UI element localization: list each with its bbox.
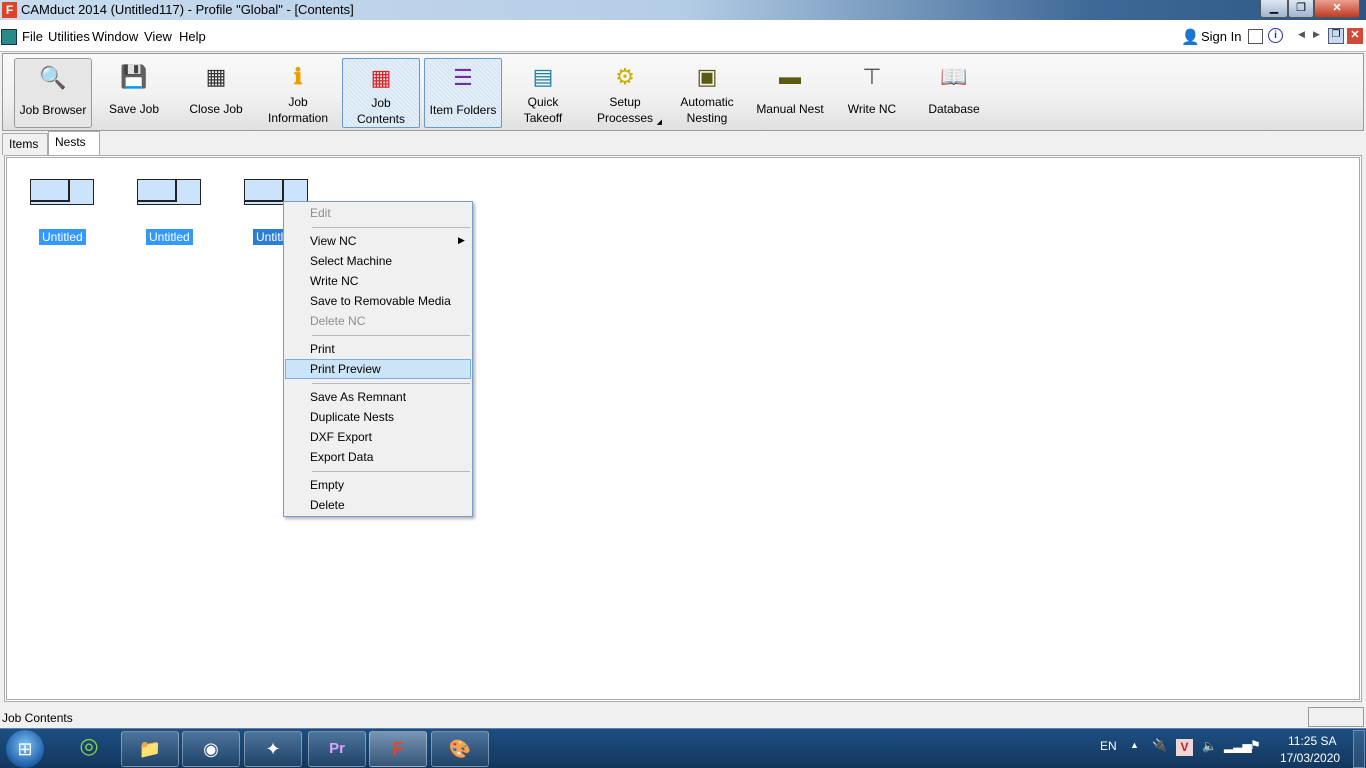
info-icon: ℹ (293, 64, 303, 89)
save-job-button[interactable]: 💾 Save Job (95, 58, 173, 128)
automatic-nesting-button[interactable]: ▣ Automatic Nesting (668, 58, 746, 128)
menu-item-save-to-removable-media[interactable]: Save to Removable Media (310, 294, 451, 308)
tab-nests[interactable]: Nests (48, 131, 100, 155)
tab-items[interactable]: Items (2, 133, 48, 155)
show-hidden-icons[interactable]: ▲ (1130, 740, 1139, 750)
menu-item-dxf-export[interactable]: DXF Export (310, 430, 372, 444)
nest-thumbnail[interactable] (137, 179, 201, 205)
window-title: CAMduct 2014 (Untitled117) - Profile "Gl… (21, 2, 354, 17)
action-center-icon[interactable]: ⚑ (1250, 738, 1261, 752)
submenu-arrow-icon: ▶ (458, 235, 465, 245)
menu-file[interactable]: File (22, 29, 43, 44)
volume-icon[interactable]: 🔈 (1202, 739, 1217, 753)
folders-icon: ☰ (453, 65, 473, 90)
menu-item-delete[interactable]: Delete (310, 498, 345, 512)
maximize-button[interactable]: ❐ (1288, 0, 1314, 18)
manual-nest-icon: ▬ (779, 64, 801, 89)
nest-label[interactable]: Untitled (39, 229, 86, 245)
restore-child-button[interactable]: ❐ (1328, 28, 1344, 44)
menu-bar: File Utilities Window View Help 👤 Sign I… (0, 20, 1366, 52)
scroll-left-icon[interactable]: ◀ (1298, 29, 1305, 40)
separator (312, 383, 470, 384)
taskbar: ⊞ ◎ 📁 ◉ ✦ Pr F 🎨 EN ▲ 🔌 V 🔈 ▂▃▅ ⚑ 11:25 … (0, 728, 1366, 768)
menu-item-view-nc[interactable]: View NC (310, 234, 356, 248)
antivirus-icon[interactable]: V (1176, 739, 1193, 756)
database-book-icon: 📖 (940, 64, 968, 89)
menu-item-print-preview[interactable]: Print Preview (310, 362, 381, 376)
separator (312, 227, 470, 228)
app-icon-green[interactable]: ◎ (72, 733, 106, 765)
database-button[interactable]: 📖 Database (915, 58, 993, 128)
menu-item-write-nc[interactable]: Write NC (310, 274, 358, 288)
premiere-taskbar-button[interactable]: Pr (308, 731, 366, 767)
language-indicator[interactable]: EN (1100, 739, 1117, 753)
nest-thumbnail[interactable] (30, 179, 94, 205)
item-folders-button[interactable]: ☰ Item Folders (424, 58, 502, 128)
clock-date[interactable]: 17/03/2020 (1280, 751, 1340, 765)
setup-processes-button[interactable]: ⚙ Setup Processes ◢ (586, 58, 664, 128)
camduct-taskbar-button[interactable]: F (369, 731, 427, 767)
menu-item-save-as-remnant[interactable]: Save As Remnant (310, 390, 406, 404)
dropdown-arrow-icon: ◢ (656, 119, 662, 126)
menu-utilities[interactable]: Utilities (48, 29, 90, 44)
menu-item-select-machine[interactable]: Select Machine (310, 254, 392, 268)
menu-item-export-data[interactable]: Export Data (310, 450, 373, 464)
network-signal-icon[interactable]: ▂▃▅ (1224, 739, 1252, 753)
menu-view[interactable]: View (144, 29, 172, 44)
menu-item-empty[interactable]: Empty (310, 478, 344, 492)
menu-item-duplicate-nests[interactable]: Duplicate Nests (310, 410, 394, 424)
gear-icon: ⚙ (615, 64, 635, 89)
status-bar: Job Contents (0, 706, 1366, 728)
toolbar: 🔍 Job Browser 💾 Save Job ▦ Close Job ℹ Job In… (2, 53, 1364, 131)
user-icon: 👤 (1181, 29, 1200, 46)
takeoff-icon: ▤ (532, 64, 554, 89)
separator (312, 471, 470, 472)
drill-icon: ⊤ (862, 64, 882, 89)
menu-item-edit: Edit (310, 206, 331, 220)
auto-nest-icon: ▣ (696, 64, 718, 89)
power-icon[interactable]: 🔌 (1152, 738, 1167, 752)
close-job-icon: ▦ (205, 64, 227, 89)
job-browser-button[interactable]: 🔍 Job Browser (14, 58, 92, 128)
context-menu: Edit View NC ▶ Select Machine Write NC S… (283, 201, 473, 517)
checkbox[interactable] (1248, 29, 1263, 44)
app-icon: F (2, 2, 17, 18)
quick-takeoff-button[interactable]: ▤ Quick Takeoff (504, 58, 582, 128)
start-button[interactable]: ⊞ (6, 730, 44, 768)
menu-item-delete-nc: Delete NC (310, 314, 366, 328)
menu-item-print[interactable]: Print (310, 342, 335, 356)
separator (312, 335, 470, 336)
floppy-disk-icon: 💾 (120, 64, 148, 89)
menu-help[interactable]: Help (179, 29, 206, 44)
minimize-button[interactable]: ▁ (1260, 0, 1288, 18)
close-job-button[interactable]: ▦ Close Job (177, 58, 255, 128)
write-nc-button[interactable]: ⊤ Write NC (833, 58, 911, 128)
sign-in-link[interactable]: Sign In (1201, 29, 1241, 44)
job-browser-icon: 🔍 (39, 65, 67, 90)
manual-nest-button[interactable]: ▬ Manual Nest (751, 58, 829, 128)
nest-label[interactable]: Untitled (146, 229, 193, 245)
scroll-right-icon[interactable]: ▶ (1313, 29, 1320, 40)
unikey-taskbar-button[interactable]: ✦ (244, 731, 302, 767)
nests-panel: Untitled Untitled Untitled (4, 155, 1362, 702)
job-information-button[interactable]: ℹ Job Information (259, 58, 337, 128)
status-panel (1308, 707, 1364, 727)
status-text: Job Contents (2, 711, 73, 725)
close-child-button[interactable]: ✕ (1347, 28, 1363, 44)
close-button[interactable]: ✕ (1314, 0, 1360, 18)
paint-taskbar-button[interactable]: 🎨 (431, 731, 489, 767)
grid-icon: ▦ (370, 65, 392, 90)
clock-time[interactable]: 11:25 SA (1288, 734, 1336, 748)
title-bar: F CAMduct 2014 (Untitled117) - Profile "… (0, 0, 1366, 20)
chrome-taskbar-button[interactable]: ◉ (182, 731, 240, 767)
job-contents-button[interactable]: ▦ Job Contents (342, 58, 420, 128)
info-icon[interactable]: i (1268, 28, 1283, 43)
explorer-taskbar-button[interactable]: 📁 (121, 731, 179, 767)
show-desktop-button[interactable] (1353, 730, 1365, 768)
document-icon (1, 29, 17, 45)
menu-window[interactable]: Window (92, 29, 138, 44)
